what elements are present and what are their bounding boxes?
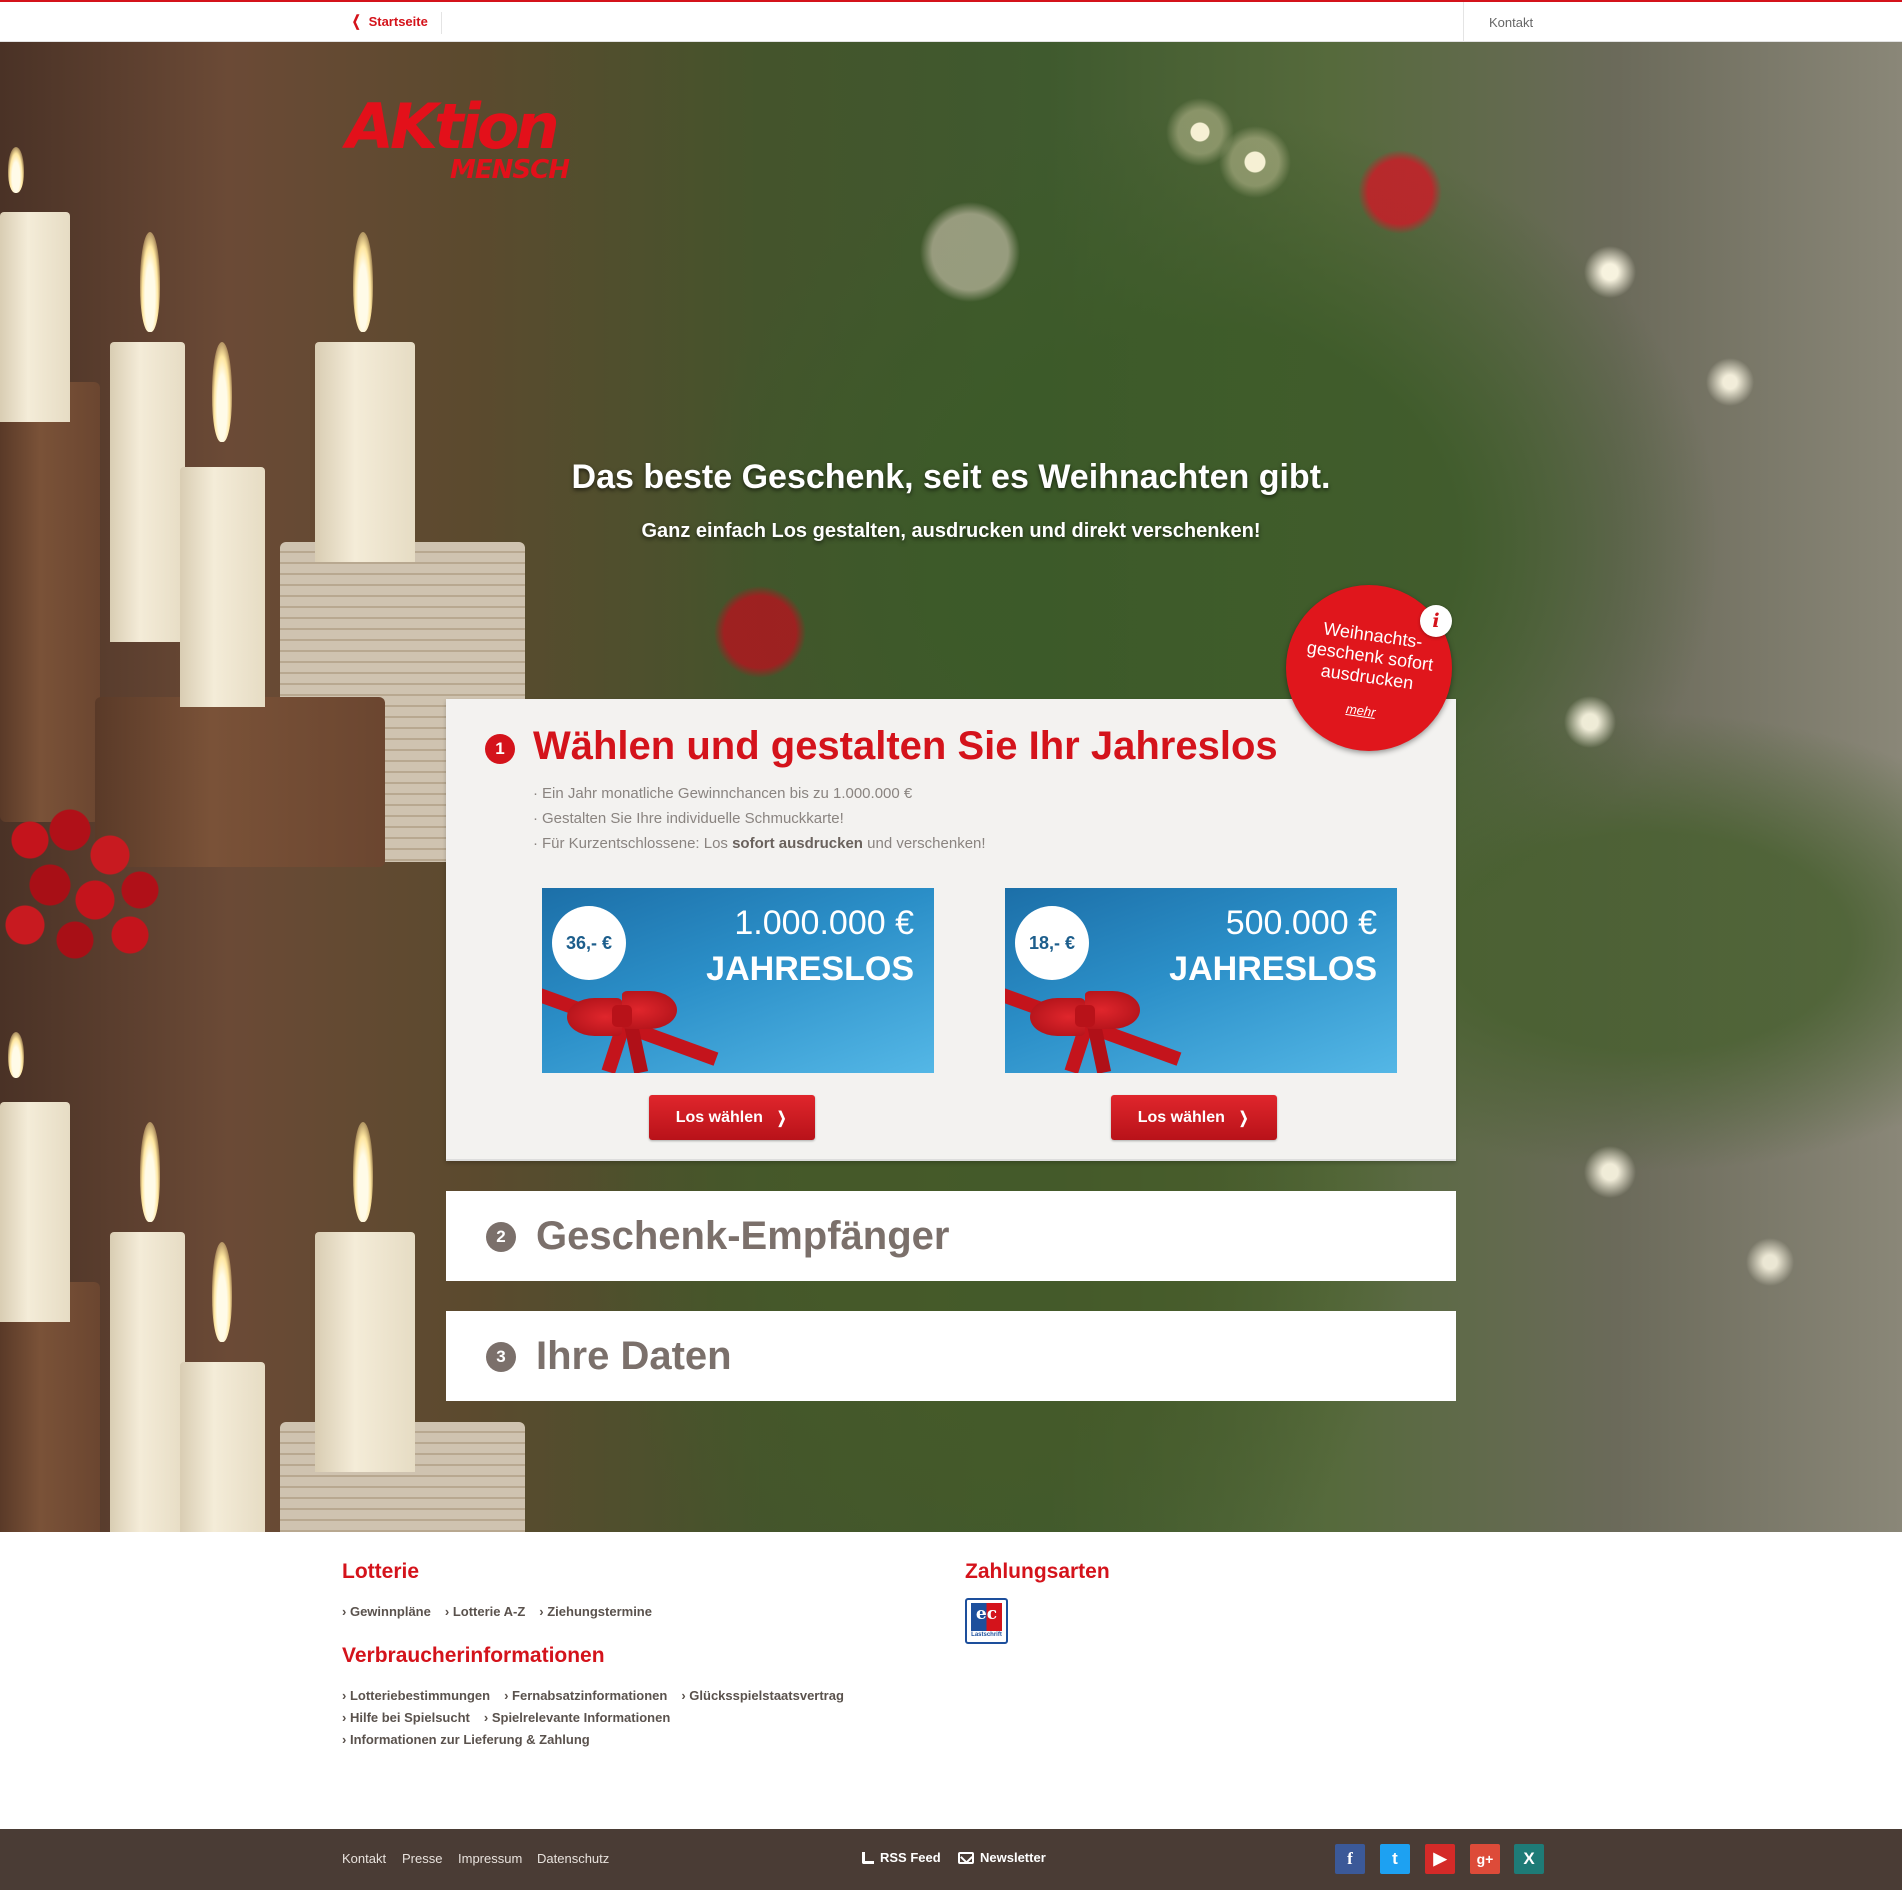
rss-icon: [862, 1851, 874, 1864]
logo-word-mensch: MENSCH: [450, 155, 570, 185]
footer-info-section: Lotterie Gewinnpläne Lotterie A-Z Ziehungs…: [0, 1532, 1902, 1829]
ec-logo-letters: ec: [975, 1604, 998, 1624]
ec-caption: Lastschrift: [971, 1632, 1002, 1638]
decorative-flame: [140, 1122, 160, 1222]
footer-link[interactable]: Spielrelevante Informationen: [484, 1710, 670, 1725]
decorative-flame: [212, 1242, 232, 1342]
print-gift-badge[interactable]: Weihnachts-geschenk sofort ausdrucken me…: [1286, 585, 1452, 751]
step-3-number: 3: [486, 1342, 516, 1372]
step-1-title: Wählen und gestalten Sie Ihr Jahreslos: [533, 724, 1278, 768]
verbraucher-links: Lotteriebestimmungen Fernabsatzinformatio…: [342, 1685, 902, 1751]
decorative-candle: [0, 212, 70, 422]
contact-link[interactable]: Kontakt: [1489, 15, 1533, 30]
decorative-log: [0, 382, 100, 822]
top-navigation-bar: ❮ Startseite Kontakt: [0, 0, 1902, 42]
footer-link[interactable]: Ziehungstermine: [539, 1604, 652, 1619]
ticket-label: JAHRESLOS: [706, 950, 914, 988]
rss-label: RSS Feed: [880, 1850, 941, 1865]
decorative-flame: [212, 342, 232, 442]
footer-link[interactable]: Glücksspielstaatsvertrag: [681, 1688, 844, 1703]
feature-text: Für Kurzentschlossene: Los: [542, 835, 733, 852]
decorative-berries: [0, 800, 190, 970]
step-3-title: Ihre Daten: [536, 1334, 732, 1378]
lotterie-heading: Lotterie: [342, 1560, 420, 1583]
footer-imprint-link[interactable]: Impressum: [458, 1851, 522, 1866]
footer-link[interactable]: Lotterie A-Z: [445, 1604, 525, 1619]
feature-emphasis: sofort ausdrucken: [732, 835, 863, 852]
step-2-panel[interactable]: 2 Geschenk-Empfänger: [446, 1191, 1456, 1281]
decorative-flame: [8, 1032, 24, 1078]
step-1-number: 1: [485, 734, 515, 764]
chevron-right-icon: ❯: [1238, 1109, 1249, 1127]
feature-item: Ein Jahr monatliche Gewinnchancen bis zu…: [533, 781, 986, 806]
footer-link[interactable]: Informationen zur Lieferung & Zahlung: [342, 1732, 590, 1747]
gift-bow-icon: [567, 983, 677, 1073]
footer-link[interactable]: Lotteriebestimmungen: [342, 1688, 490, 1703]
home-link-label: Startseite: [368, 14, 428, 29]
decorative-flame: [8, 147, 24, 193]
feature-item: Für Kurzentschlossene: Los sofort ausdru…: [533, 831, 986, 856]
decorative-candle: [180, 467, 265, 707]
ticket-label: JAHRESLOS: [1169, 950, 1377, 988]
choose-ticket-1000000-button[interactable]: Los wählen ❯: [649, 1095, 815, 1140]
step-1-panel: 1 Wählen und gestalten Sie Ihr Jahreslos…: [446, 699, 1456, 1161]
footer-privacy-link[interactable]: Datenschutz: [537, 1851, 609, 1866]
facebook-icon[interactable]: f: [1335, 1844, 1365, 1874]
ticket-jackpot: 1.000.000 €: [734, 904, 914, 942]
twitter-icon[interactable]: t: [1380, 1844, 1410, 1874]
verbraucher-heading: Verbraucherinformationen: [342, 1644, 605, 1667]
choose-ticket-500000-button[interactable]: Los wählen ❯: [1111, 1095, 1277, 1140]
footer-link[interactable]: Hilfe bei Spielsucht: [342, 1710, 470, 1725]
feature-text: und verschenken!: [862, 835, 986, 852]
badge-more-link[interactable]: mehr: [1345, 701, 1376, 720]
google-plus-icon[interactable]: g+: [1470, 1844, 1500, 1874]
divider: [1463, 2, 1464, 42]
decorative-candle: [315, 1232, 415, 1472]
hero-subline: Ganz einfach Los gestalten, ausdrucken u…: [641, 520, 1261, 542]
decorative-candle: [110, 1232, 185, 1532]
xing-icon[interactable]: X: [1514, 1844, 1544, 1874]
footer-contact-link[interactable]: Kontakt: [342, 1851, 386, 1866]
mail-icon: [958, 1851, 974, 1864]
logo-word-aktion: AKtion: [346, 90, 560, 163]
hero-headline: Das beste Geschenk, seit es Weihnachten …: [571, 458, 1331, 496]
info-icon[interactable]: i: [1420, 605, 1452, 637]
step-2-number: 2: [486, 1222, 516, 1252]
decorative-flame: [140, 232, 160, 332]
gift-bow-icon: [1030, 983, 1140, 1073]
button-label: Los wählen: [1137, 1108, 1225, 1126]
footer-link[interactable]: Gewinnpläne: [342, 1604, 431, 1619]
youtube-icon[interactable]: ▶: [1425, 1844, 1455, 1874]
decorative-flame: [353, 1122, 373, 1222]
decorative-flame: [353, 232, 373, 332]
rss-feed-link[interactable]: RSS Feed: [862, 1850, 941, 1865]
feature-item: Gestalten Sie Ihre individuelle Schmuckk…: [533, 806, 986, 831]
lotterie-links: Gewinnpläne Lotterie A-Z Ziehungstermine: [342, 1601, 666, 1623]
home-link[interactable]: ❮ Startseite: [350, 14, 428, 29]
newsletter-label: Newsletter: [980, 1850, 1046, 1865]
chevron-right-icon: ❯: [776, 1109, 787, 1127]
ticket-card-500000[interactable]: 18,- € 500.000 € JAHRESLOS: [1005, 888, 1397, 1073]
chevron-left-icon: ❮: [351, 13, 361, 30]
step-2-title: Geschenk-Empfänger: [536, 1214, 950, 1258]
feature-list: Ein Jahr monatliche Gewinnchancen bis zu…: [533, 781, 986, 856]
decorative-candle: [0, 1102, 70, 1322]
button-label: Los wählen: [675, 1108, 763, 1126]
decorative-candle: [180, 1362, 265, 1532]
divider: [441, 12, 442, 34]
footer-link[interactable]: Fernabsatzinformationen: [504, 1688, 667, 1703]
ticket-jackpot: 500.000 €: [1225, 904, 1377, 942]
ticket-price: 18,- €: [1015, 906, 1089, 980]
newsletter-link[interactable]: Newsletter: [958, 1850, 1046, 1865]
ticket-card-1000000[interactable]: 36,- € 1.000.000 € JAHRESLOS: [542, 888, 934, 1073]
ticket-price: 36,- €: [552, 906, 626, 980]
aktion-mensch-logo[interactable]: AKtion MENSCH: [346, 96, 591, 196]
footer-press-link[interactable]: Presse: [402, 1851, 442, 1866]
footer-bar: Kontakt Presse Impressum Datenschutz RSS…: [0, 1829, 1902, 1890]
ec-lastschrift-icon: ec Lastschrift: [965, 1598, 1008, 1644]
step-3-panel[interactable]: 3 Ihre Daten: [446, 1311, 1456, 1401]
zahlungsarten-heading: Zahlungsarten: [965, 1560, 1110, 1583]
